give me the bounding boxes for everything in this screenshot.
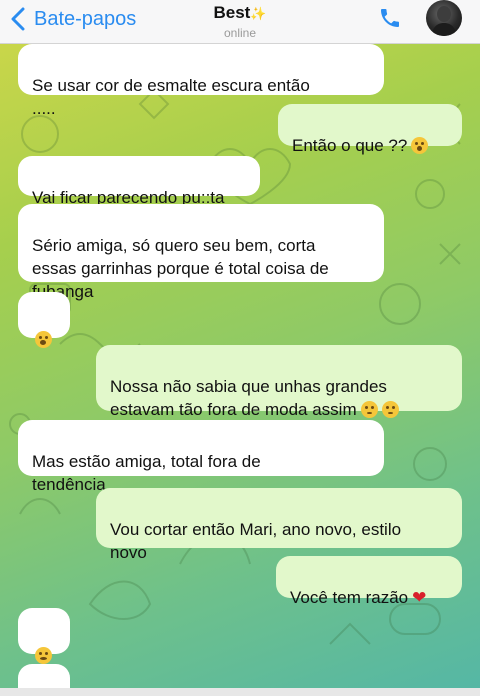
message-bubble[interactable]: Você tem razão ❤ (276, 556, 462, 607)
message-bubble[interactable] (18, 608, 70, 664)
message-bubble[interactable]: ❤ (18, 664, 70, 688)
contact-status: online (223, 26, 257, 40)
message-bubble[interactable]: Então o que ?? (278, 104, 462, 155)
astonished-face-icon (411, 137, 429, 154)
avatar[interactable] (426, 0, 462, 36)
message-bubble[interactable] (18, 292, 70, 348)
chat-header: Bate-papos Best✨ online (0, 0, 480, 44)
message-bubble[interactable]: Sério amiga, só quero seu bem, corta ess… (18, 204, 384, 301)
message-bubble[interactable]: Vai ficar parecendo pu::ta (18, 156, 260, 207)
message-text: Então o que ?? (292, 136, 408, 155)
chat-area[interactable]: Se usar cor de esmalte escura então ....… (0, 44, 480, 688)
message-bubble[interactable]: Se usar cor de esmalte escura então ....… (18, 44, 384, 118)
sparkle-icon: ✨ (250, 6, 267, 21)
message-text: Você tem razão (290, 588, 409, 607)
contact-name: Best (213, 3, 251, 22)
yawning-face-icon (35, 331, 52, 348)
message-bubble[interactable]: Nossa não sabia que unhas grandes estava… (96, 345, 462, 419)
heart-icon: ❤ (412, 588, 427, 607)
confused-face-icon (360, 401, 378, 418)
message-text: Nossa não sabia que unhas grandes estava… (110, 377, 387, 419)
smiling-face-icon (35, 647, 52, 664)
contact-name-area[interactable]: Best✨ (0, 3, 480, 23)
phone-icon[interactable] (378, 6, 402, 30)
input-bar-edge (0, 688, 480, 696)
message-bubble[interactable]: Vou cortar então Mari, ano novo, estilo … (96, 488, 462, 562)
avatar-photo (431, 6, 457, 36)
confused-face-icon (381, 401, 399, 418)
message-bubble[interactable]: Mas estão amiga, total fora de tendência (18, 420, 384, 494)
